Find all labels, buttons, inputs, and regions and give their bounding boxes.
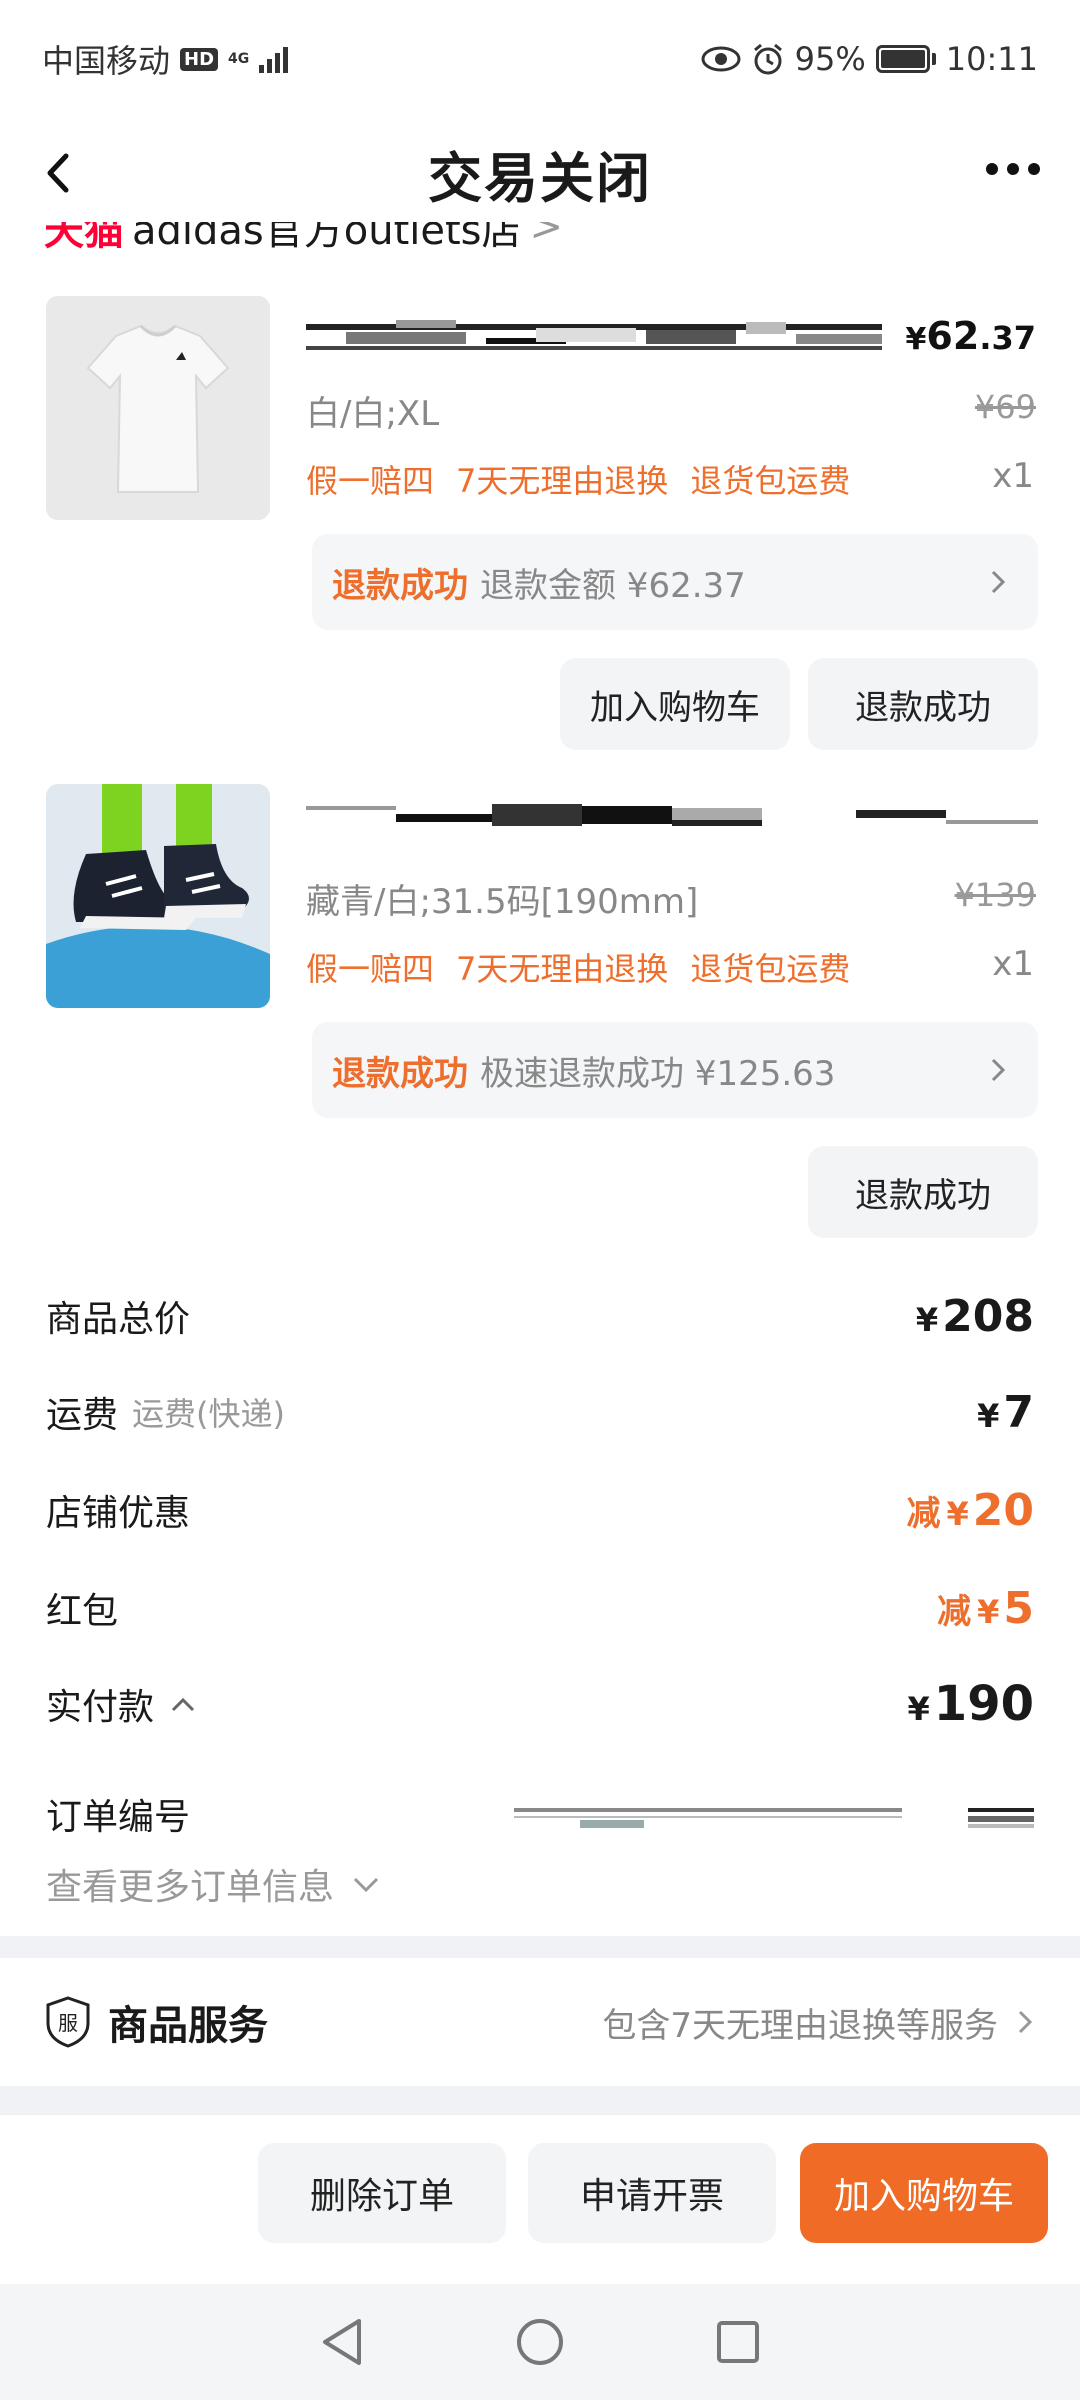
product-title-redacted[interactable] <box>306 318 882 358</box>
chevron-down-icon <box>353 1877 379 1893</box>
tag-free-return-shipping: 退货包运费 <box>690 462 851 500</box>
add-to-cart-button[interactable]: 加入购物车 <box>560 658 790 750</box>
chevron-left-icon[interactable] <box>36 148 86 198</box>
add-to-cart-button[interactable]: 加入购物车 <box>800 2143 1048 2243</box>
bottom-action-bar: 删除订单 申请开票 加入购物车 <box>0 2114 1080 2284</box>
product-image-tshirt[interactable] <box>46 296 270 520</box>
page-header: 交易关闭 <box>0 118 1080 228</box>
tag-fake-compensation: 假一赔四 <box>306 462 435 500</box>
refund-status-bar[interactable]: 退款成功 极速退款成功 ¥125.63 <box>312 1022 1038 1118</box>
refund-status: 退款成功 <box>332 565 468 606</box>
tag-free-return-shipping: 退货包运费 <box>690 950 851 988</box>
refund-detail: 退款金额 ¥62.37 <box>480 565 746 606</box>
refund-success-button[interactable]: 退款成功 <box>808 658 1038 750</box>
goods-total-label: 商品总价 <box>46 1299 191 1340</box>
nav-recents-icon[interactable] <box>715 2319 761 2365</box>
network-type: 4G <box>228 51 250 67</box>
shipping-label: 运费 <box>46 1395 119 1436</box>
product-service-row[interactable]: 服 商品服务 包含7天无理由退换等服务 <box>0 1958 1080 2086</box>
goods-total-value: ¥208 <box>915 1290 1034 1342</box>
chevron-right-icon <box>991 570 1006 594</box>
chevron-right-icon <box>991 1058 1006 1082</box>
status-right: 95% 10:11 <box>701 40 1038 78</box>
battery-icon <box>875 45 936 73</box>
order-number-label: 订单编号 <box>46 1797 191 1838</box>
paid-value: ¥190 <box>907 1676 1034 1732</box>
service-title: 商品服务 <box>108 2003 268 2049</box>
item-quantity: x1 <box>992 456 1034 496</box>
price-decimal: .37 <box>979 319 1036 357</box>
tshirt-icon <box>46 296 270 520</box>
chevron-right-icon: > <box>529 222 564 250</box>
service-tags: 假一赔四 7天无理由退换 退货包运费 <box>306 944 850 990</box>
refund-status-bar[interactable]: 退款成功 退款金额 ¥62.37 <box>312 534 1038 630</box>
goods-total-row: 商品总价 ¥208 <box>46 1286 1034 1346</box>
shipping-value: ¥7 <box>977 1386 1034 1438</box>
eye-icon <box>701 46 741 72</box>
price-integer: 62 <box>926 314 980 358</box>
hd-badge: HD <box>180 47 219 71</box>
shop-name: adidas官方outlets店 <box>132 222 522 254</box>
shipping-row: 运费 运费(快递) ¥7 <box>46 1382 1034 1442</box>
more-dots-icon[interactable] <box>986 163 1040 175</box>
service-description: 包含7天无理由退换等服务 <box>602 2005 998 2046</box>
refund-detail: 极速退款成功 ¥125.63 <box>480 1053 836 1094</box>
original-price: ¥69 <box>974 388 1036 426</box>
product-title-redacted[interactable] <box>306 796 1038 836</box>
product-spec: 藏青/白;31.5码[190mm] <box>306 882 699 922</box>
shop-name-row[interactable]: 天猫 adidas官方outlets店 > <box>44 222 744 256</box>
alarm-icon <box>753 43 782 75</box>
service-shield-icon: 服 <box>46 1996 90 2048</box>
nav-back-icon[interactable] <box>319 2317 365 2367</box>
paid-label: 实付款 <box>46 1687 155 1728</box>
red-packet-label: 红包 <box>46 1591 119 1632</box>
red-packet-row: 红包 减 ¥5 <box>46 1578 1034 1638</box>
delete-order-button[interactable]: 删除订单 <box>258 2143 506 2243</box>
shop-discount-row: 店铺优惠 减 ¥20 <box>46 1480 1034 1540</box>
order-detail-page: 中国移动 HD 4G 95% 10:11 交易关闭 天猫 adidas官方out… <box>0 0 1080 2400</box>
tag-fake-compensation: 假一赔四 <box>306 950 435 988</box>
refund-success-button[interactable]: 退款成功 <box>808 1146 1038 1238</box>
system-nav-bar <box>0 2284 1080 2400</box>
view-more-order-info[interactable]: 查看更多订单信息 <box>46 1858 380 1910</box>
currency-symbol: ¥ <box>905 322 927 357</box>
order-number-row: 订单编号 <box>46 1784 1034 1844</box>
tag-7day-return: 7天无理由退换 <box>456 462 669 500</box>
carrier-name: 中国移动 <box>42 42 171 80</box>
tag-7day-return: 7天无理由退换 <box>456 950 669 988</box>
service-tags: 假一赔四 7天无理由退换 退货包运费 <box>306 456 850 502</box>
original-price: ¥139 <box>954 876 1036 914</box>
signal-icon <box>259 45 289 73</box>
product-spec: 白/白;XL <box>306 394 440 434</box>
chevron-right-icon <box>1018 2010 1033 2034</box>
shoe-icon <box>46 784 270 1008</box>
paid-amount-row[interactable]: 实付款 ¥190 <box>46 1674 1034 1734</box>
status-bar: 中国移动 HD 4G 95% 10:11 <box>0 0 1080 118</box>
red-packet-value: 减 ¥5 <box>937 1582 1034 1634</box>
clock-time: 10:11 <box>945 40 1038 78</box>
request-invoice-button[interactable]: 申请开票 <box>528 2143 776 2243</box>
product-image-shoes[interactable] <box>46 784 270 1008</box>
svg-text:服: 服 <box>58 2011 78 2035</box>
nav-home-icon[interactable] <box>515 2317 565 2367</box>
product-price: ¥62.37 <box>906 314 1036 358</box>
tmall-logo: 天猫 <box>44 222 124 254</box>
page-title: 交易关闭 <box>428 146 652 210</box>
status-left: 中国移动 HD 4G <box>42 36 289 82</box>
shipping-method: 运费(快递) <box>132 1395 285 1433</box>
refund-status: 退款成功 <box>332 1053 468 1094</box>
chevron-up-icon[interactable] <box>170 1695 196 1713</box>
item-quantity: x1 <box>992 944 1034 984</box>
shop-discount-label: 店铺优惠 <box>46 1493 191 1534</box>
order-item[interactable]: 藏青/白;31.5码[190mm] ¥139 假一赔四 7天无理由退换 退货包运… <box>0 784 1080 1244</box>
section-divider <box>0 2086 1080 2114</box>
shop-discount-value: 减 ¥20 <box>906 1484 1035 1536</box>
battery-percent: 95% <box>794 40 866 78</box>
order-item[interactable]: ¥62.37 白/白;XL ¥69 假一赔四 7天无理由退换 退货包运费 x1 … <box>0 296 1080 756</box>
section-divider <box>0 1936 1080 1958</box>
order-number-redacted <box>514 1808 1034 1828</box>
view-more-label: 查看更多订单信息 <box>46 1867 335 1908</box>
